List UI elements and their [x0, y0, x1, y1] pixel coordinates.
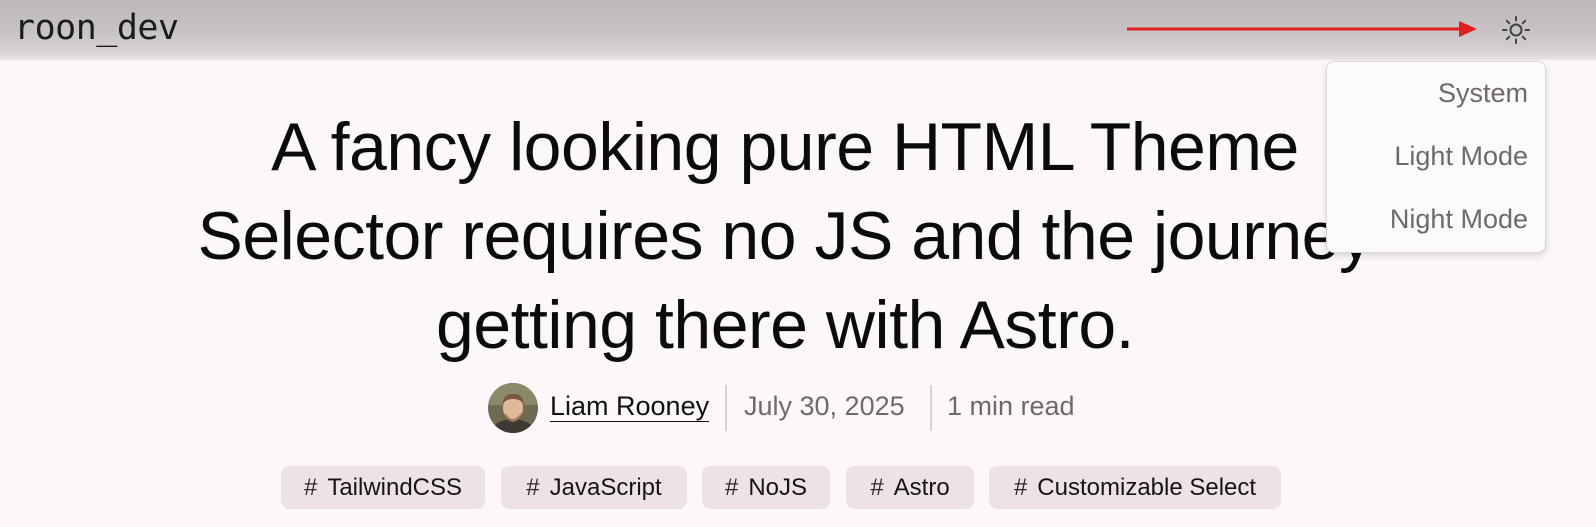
tag-tailwindcss[interactable]: # TailwindCSS [281, 466, 485, 509]
theme-option-system[interactable]: System [1438, 78, 1528, 109]
hash-icon: # [303, 473, 318, 501]
tag-astro[interactable]: # Astro [846, 466, 974, 509]
meta-divider [930, 385, 932, 431]
tag-label: Customizable Select [1037, 473, 1257, 501]
sun-icon [1502, 16, 1530, 44]
hash-icon: # [724, 473, 739, 501]
tag-label: NoJS [748, 473, 808, 501]
hash-icon: # [526, 473, 540, 501]
publish-date: July 30, 2025 [744, 391, 905, 421]
author-link[interactable]: Liam Rooney [550, 391, 709, 422]
tag-nojs[interactable]: # NoJS [702, 466, 830, 509]
tag-customizable-select[interactable]: # Customizable Select [989, 466, 1281, 509]
tag-javascript[interactable]: # JavaScript [501, 466, 687, 509]
annotation-arrow [1127, 21, 1477, 37]
tag-label: Astro [893, 473, 950, 501]
author-avatar[interactable] [488, 383, 538, 433]
tag-label: TailwindCSS [327, 473, 463, 501]
hash-icon: # [870, 473, 884, 501]
read-time: 1 min read [947, 391, 1075, 421]
avatar-photo [488, 383, 538, 433]
theme-toggle-button[interactable] [1498, 12, 1534, 48]
theme-menu: System Light Mode Night Mode [1326, 61, 1546, 253]
site-logo[interactable]: roon_dev [14, 8, 179, 48]
article-title: A fancy looking pure HTML Theme Selector… [197, 109, 1373, 363]
theme-option-light[interactable]: Light Mode [1394, 141, 1528, 172]
hash-icon: # [1013, 473, 1028, 501]
tag-label: JavaScript [549, 473, 662, 501]
meta-divider [725, 385, 727, 431]
article-meta: Liam Rooney July 30, 2025 1 min read [0, 383, 1596, 433]
site-header: roon_dev [0, 0, 1596, 60]
theme-option-night[interactable]: Night Mode [1390, 204, 1528, 235]
